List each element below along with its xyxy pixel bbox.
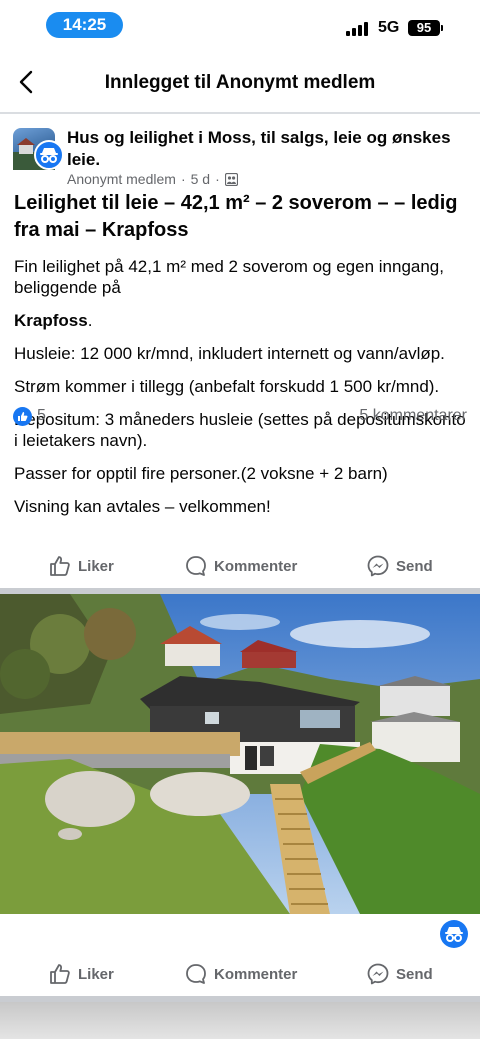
body-paragraph-viewing: Visning kan avtales – velkommen! bbox=[14, 497, 271, 516]
body-paragraph-rent: Husleie: 12 000 kr/mnd, inkludert intern… bbox=[14, 344, 445, 363]
reaction-count: 5 bbox=[37, 407, 46, 424]
action-bar: Liker Kommenter Send bbox=[0, 544, 480, 588]
post-body: Fin leilighet på 42,1 m² med 2 soverom o… bbox=[14, 256, 470, 529]
post-photo[interactable] bbox=[0, 594, 480, 914]
messenger-icon bbox=[367, 963, 389, 985]
status-bar: 14:25 5G 95 bbox=[0, 0, 480, 50]
messenger-icon bbox=[367, 555, 389, 577]
send-label: Send bbox=[396, 557, 433, 575]
comment-bubble-icon bbox=[186, 556, 206, 576]
house-photo-illustration bbox=[0, 594, 480, 914]
like-button[interactable]: Liker bbox=[48, 544, 114, 588]
photo-comment-button[interactable]: Kommenter bbox=[184, 952, 297, 996]
like-label: Liker bbox=[78, 965, 114, 983]
photo-like-button[interactable]: Liker bbox=[48, 952, 114, 996]
reaction-summary[interactable]: 5 5 kommentarer bbox=[13, 406, 467, 428]
signal-icon bbox=[346, 22, 370, 36]
top-nav-bar: Innlegget til Anonymt medlem bbox=[0, 52, 480, 114]
meta-separator: · bbox=[215, 171, 220, 187]
group-name-link[interactable]: Hus og leilighet i Moss, til salgs, leie… bbox=[67, 127, 467, 171]
like-thumb-icon bbox=[50, 964, 70, 984]
status-time: 14:25 bbox=[46, 12, 123, 38]
like-label: Liker bbox=[78, 557, 114, 575]
post-title: Leilighet til leie – 42,1 m² – 2 soverom… bbox=[14, 192, 458, 241]
comment-count-link[interactable]: 5 kommentarer bbox=[359, 407, 467, 425]
battery-tip bbox=[441, 25, 443, 31]
globe-group-icon bbox=[224, 172, 238, 186]
page-title: Innlegget til Anonymt medlem bbox=[104, 72, 376, 93]
comment-button[interactable]: Kommenter bbox=[184, 544, 297, 588]
post-meta: Anonymt medlem · 5 d · bbox=[67, 171, 238, 187]
location-suffix: . bbox=[87, 311, 93, 330]
photo-send-button[interactable]: Send bbox=[366, 952, 433, 996]
body-paragraph: Fin leilighet på 42,1 m² med 2 soverom o… bbox=[14, 257, 444, 297]
battery-icon: 95 bbox=[408, 20, 440, 36]
anonymous-icon bbox=[440, 920, 468, 948]
meta-separator: · bbox=[180, 171, 186, 187]
photo-action-bar: Liker Kommenter Send bbox=[0, 952, 480, 996]
post-age[interactable]: 5 d bbox=[191, 171, 210, 187]
comment-bubble-icon bbox=[186, 964, 206, 984]
next-post-photo[interactable] bbox=[0, 1002, 480, 1039]
body-paragraph-power: Strøm kommer i tillegg (anbefalt forskud… bbox=[14, 377, 440, 396]
body-paragraph-location: Krapfoss. bbox=[14, 310, 470, 331]
body-paragraph-capacity: Passer for opptil fire personer.(2 voksn… bbox=[14, 464, 388, 483]
send-button[interactable]: Send bbox=[366, 544, 433, 588]
like-thumb-icon bbox=[50, 556, 70, 576]
like-reaction-icon bbox=[13, 407, 32, 426]
anonymous-icon bbox=[34, 140, 64, 170]
location-highlight: Krapfoss bbox=[14, 311, 88, 330]
comment-label: Kommenter bbox=[214, 965, 298, 983]
network-type: 5G bbox=[378, 19, 400, 36]
author-name[interactable]: Anonymt medlem bbox=[67, 171, 176, 187]
send-label: Send bbox=[396, 965, 433, 983]
comment-label: Kommenter bbox=[214, 557, 298, 575]
